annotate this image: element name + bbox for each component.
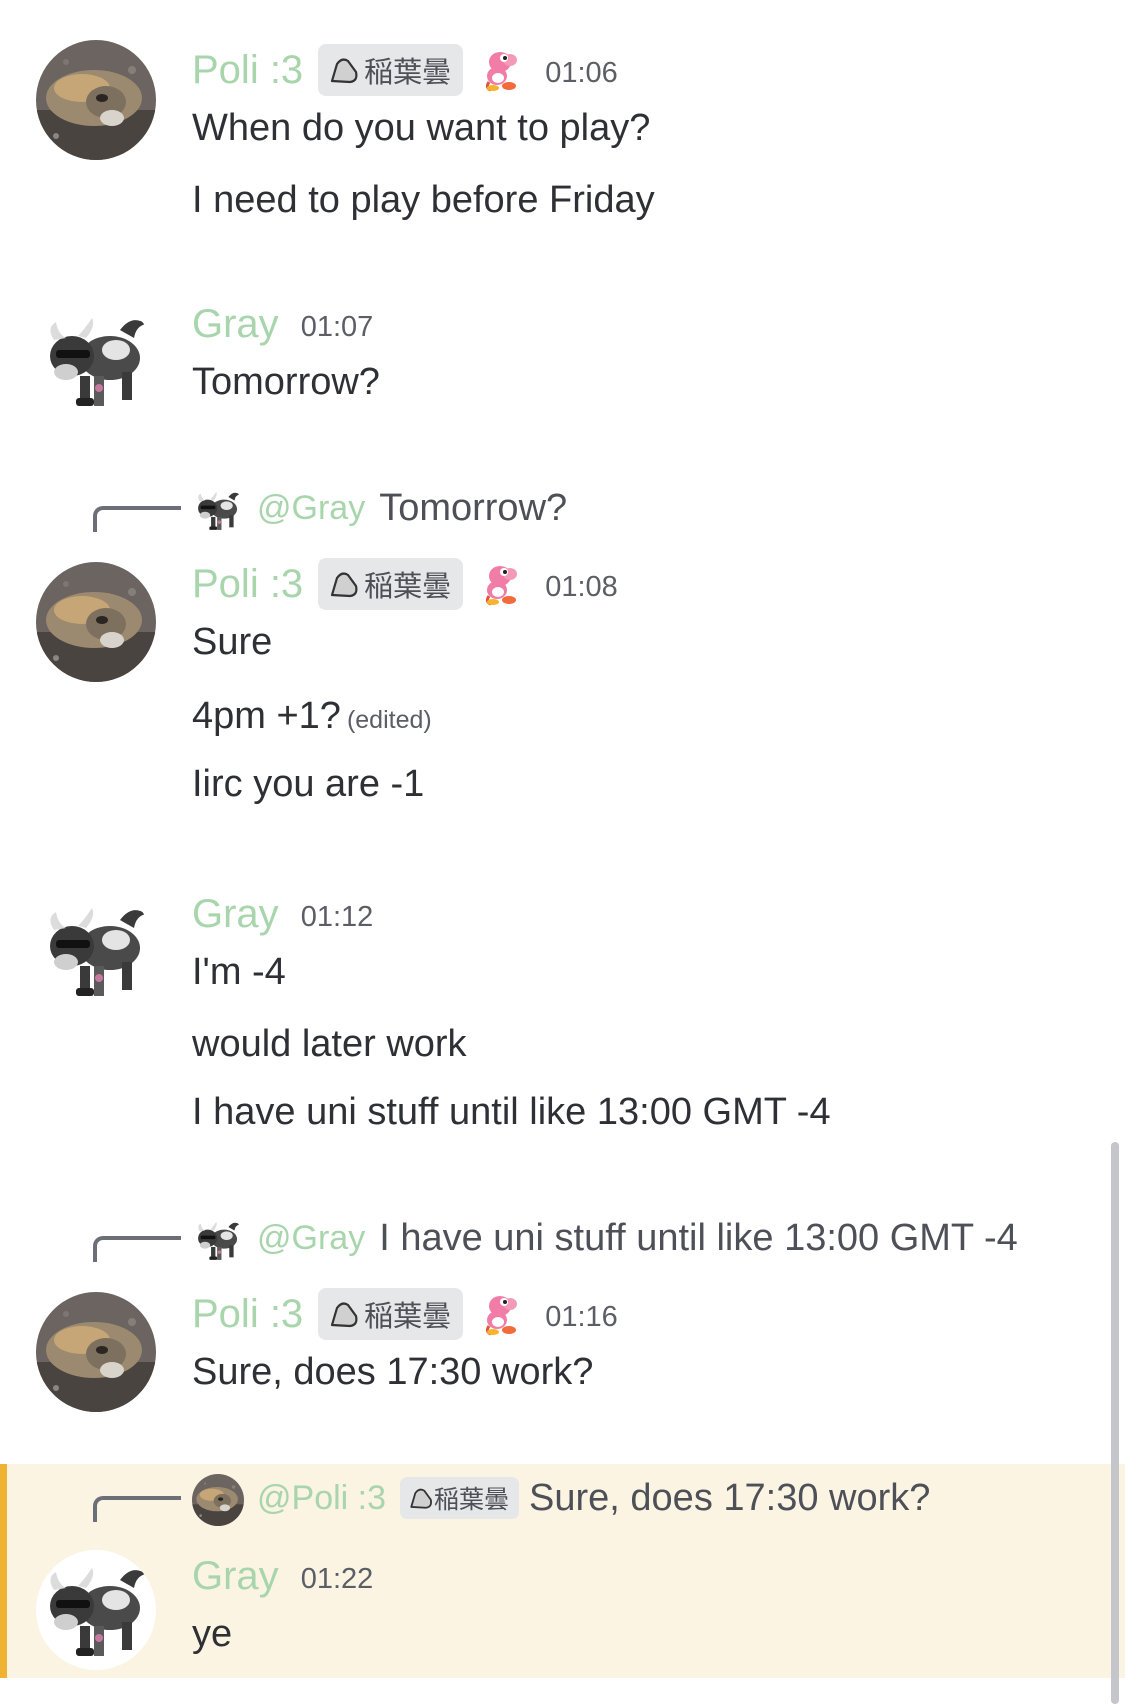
reply-preview[interactable]: @Poli :3 稲葉曇 Sure, does 17:30 work? xyxy=(0,1470,1125,1526)
reply-avatar xyxy=(192,484,244,536)
reply-mention[interactable]: @Gray xyxy=(257,1219,365,1258)
server-tag-label: 稲葉曇 xyxy=(364,569,452,603)
timestamp: 01:07 xyxy=(300,310,374,343)
message-group[interactable]: @Gray I have uni stuff until like 13:00 … xyxy=(0,1210,1125,1400)
message-header: Poli :3 稲葉曇 01:06 xyxy=(192,42,618,98)
reply-preview[interactable]: @Gray Tomorrow? xyxy=(0,480,1125,536)
message-header: Poli :3 稲葉曇 01:08 xyxy=(192,556,618,612)
rock-icon xyxy=(328,568,360,600)
message-text: I'm -4 xyxy=(192,951,286,993)
rock-icon xyxy=(408,1485,434,1511)
reply-server-tag-label: 稲葉曇 xyxy=(434,1485,510,1514)
server-tag[interactable]: 稲葉曇 xyxy=(318,1288,464,1340)
message-text: Sure xyxy=(192,621,273,663)
message-group[interactable]: Poli :3 稲葉曇 01:06 When do you want to pl… xyxy=(0,0,1125,250)
pink-yoshi-icon xyxy=(483,48,523,92)
user-avatar[interactable] xyxy=(36,890,156,1010)
rock-icon xyxy=(328,1298,360,1330)
username[interactable]: Poli :3 xyxy=(192,1286,303,1342)
reply-avatar xyxy=(192,1214,244,1266)
reply-preview[interactable]: @Gray I have uni stuff until like 13:00 … xyxy=(0,1210,1125,1266)
message-text: would later work xyxy=(192,1023,467,1065)
message-group-mentioned[interactable]: @Poli :3 稲葉曇 Sure, does 17:30 work? Gray… xyxy=(0,1464,1125,1678)
username[interactable]: Gray xyxy=(192,1548,279,1604)
timestamp: 01:08 xyxy=(545,570,618,603)
reply-text: I have uni stuff until like 13:00 GMT -4 xyxy=(379,1216,1018,1259)
message-text: Sure, does 17:30 work? xyxy=(192,1351,594,1393)
reply-spine xyxy=(93,1496,181,1522)
pink-yoshi-icon xyxy=(483,562,523,606)
reply-text: Sure, does 17:30 work? xyxy=(529,1476,931,1519)
user-avatar[interactable] xyxy=(36,300,156,420)
server-tag[interactable]: 稲葉曇 xyxy=(318,44,464,96)
user-avatar[interactable] xyxy=(36,1550,156,1670)
timestamp: 01:06 xyxy=(545,56,618,89)
username[interactable]: Gray xyxy=(192,886,279,942)
scrollbar[interactable] xyxy=(1111,1142,1119,1704)
reply-text: Tomorrow? xyxy=(379,486,568,529)
message-text: Tomorrow? xyxy=(192,361,380,403)
message-text: 4pm +1? (edited) xyxy=(192,692,432,744)
message-text: When do you want to play? xyxy=(192,107,651,149)
username[interactable]: Poli :3 xyxy=(192,42,303,98)
message-text: Iirc you are -1 xyxy=(192,763,425,805)
message-text: I have uni stuff until like 13:00 GMT -4 xyxy=(192,1091,831,1133)
reply-avatar xyxy=(192,1474,244,1526)
user-avatar[interactable] xyxy=(36,1292,156,1412)
message-group[interactable]: Gray 01:07 Tomorrow? xyxy=(0,290,1125,430)
message-text: I need to play before Friday xyxy=(192,179,655,221)
timestamp: 01:12 xyxy=(300,900,374,933)
message-text-content: 4pm +1? xyxy=(192,695,341,737)
message-text: ye xyxy=(192,1613,233,1655)
message-group[interactable]: @Gray Tomorrow? Poli :3 稲葉曇 01:08 Sure 4… xyxy=(0,480,1125,820)
username[interactable]: Poli :3 xyxy=(192,556,303,612)
server-tag[interactable]: 稲葉曇 xyxy=(318,558,464,610)
timestamp: 01:22 xyxy=(300,1562,374,1595)
message-header: Gray 01:07 xyxy=(192,296,373,352)
username[interactable]: Gray xyxy=(192,296,279,352)
message-group[interactable]: Gray 01:12 I'm -4 would later work I hav… xyxy=(0,880,1125,1140)
reply-spine xyxy=(93,1236,181,1262)
message-header: Poli :3 稲葉曇 01:16 xyxy=(192,1286,618,1342)
reply-server-tag[interactable]: 稲葉曇 xyxy=(400,1477,520,1519)
edited-label: (edited) xyxy=(346,706,432,734)
user-avatar[interactable] xyxy=(36,562,156,682)
reply-mention[interactable]: @Poli :3 xyxy=(257,1479,386,1518)
server-tag-label: 稲葉曇 xyxy=(364,1299,452,1333)
timestamp: 01:16 xyxy=(545,1300,618,1333)
user-avatar[interactable] xyxy=(36,40,156,160)
pink-yoshi-icon xyxy=(483,1292,523,1336)
chat-messages[interactable]: Poli :3 稲葉曇 01:06 When do you want to pl… xyxy=(0,0,1125,1704)
server-tag-label: 稲葉曇 xyxy=(364,55,452,89)
reply-spine xyxy=(93,506,181,532)
rock-icon xyxy=(328,54,360,86)
message-header: Gray 01:22 xyxy=(192,1548,373,1604)
reply-mention[interactable]: @Gray xyxy=(257,489,365,528)
message-header: Gray 01:12 xyxy=(192,886,373,942)
